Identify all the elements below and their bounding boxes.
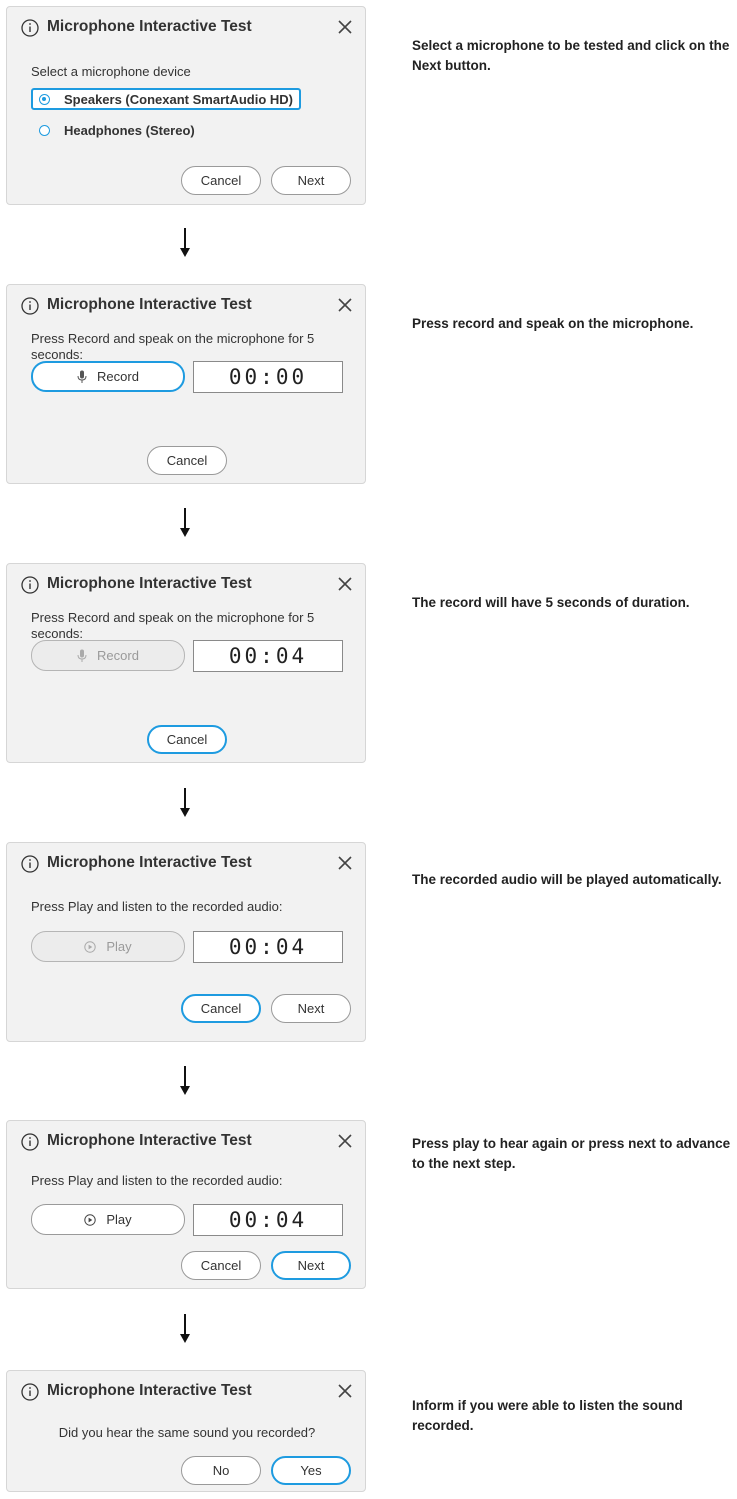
down-arrow-icon (180, 228, 190, 257)
dialog-prompt: Did you hear the same sound you recorded… (58, 1425, 316, 1440)
step-caption: The record will have 5 seconds of durati… (412, 595, 690, 610)
mic-test-dialog: Microphone Interactive Test Press Play a… (6, 842, 366, 1042)
no-button[interactable]: No (181, 1456, 261, 1485)
mic-test-dialog: Microphone Interactive Test Press Record… (6, 563, 366, 763)
cancel-button[interactable]: Cancel (147, 725, 227, 754)
info-icon (21, 855, 39, 873)
device-label: Headphones (Stereo) (64, 122, 195, 138)
play-button[interactable]: Play (31, 1204, 185, 1235)
next-button[interactable]: Next (271, 994, 351, 1023)
cancel-button[interactable]: Cancel (181, 994, 261, 1023)
cancel-button[interactable]: Cancel (181, 166, 261, 195)
close-icon[interactable] (337, 19, 353, 35)
info-icon (21, 1133, 39, 1151)
dialog-header: Microphone Interactive Test (7, 564, 365, 604)
down-arrow-icon (180, 1066, 190, 1095)
microphone-icon (77, 370, 87, 384)
dialog-prompt: Press Play and listen to the recorded au… (31, 1173, 283, 1188)
microphone-icon (77, 649, 87, 663)
timer-display: 00:04 (193, 931, 343, 963)
timer-display: 00:00 (193, 361, 343, 393)
down-arrow-icon (180, 788, 190, 817)
close-icon[interactable] (337, 1383, 353, 1399)
close-icon[interactable] (337, 576, 353, 592)
record-label: Record (97, 648, 139, 663)
close-icon[interactable] (337, 855, 353, 871)
play-circle-icon (84, 940, 97, 953)
dialog-title: Microphone Interactive Test (47, 296, 252, 313)
record-button[interactable]: Record (31, 640, 185, 671)
record-button[interactable]: Record (31, 361, 185, 392)
device-option-headphones[interactable]: Headphones (Stereo) (33, 119, 201, 141)
dialog-title: Microphone Interactive Test (47, 18, 252, 35)
play-label: Play (106, 1212, 132, 1227)
close-icon[interactable] (337, 1133, 353, 1149)
dialog-header: Microphone Interactive Test (7, 1121, 365, 1161)
down-arrow-icon (180, 1314, 190, 1343)
close-icon[interactable] (337, 297, 353, 313)
dialog-header: Microphone Interactive Test (7, 285, 365, 325)
dialog-header: Microphone Interactive Test (7, 7, 365, 47)
info-icon (21, 19, 39, 37)
dialog-prompt: Press Record and speak on the microphone… (31, 610, 315, 641)
mic-test-dialog: Microphone Interactive Test Press Play a… (6, 1120, 366, 1289)
cancel-button[interactable]: Cancel (181, 1251, 261, 1280)
device-option-speakers[interactable]: Speakers (Conexant SmartAudio HD) (31, 88, 301, 110)
next-button[interactable]: Next (271, 1251, 351, 1280)
dialog-title: Microphone Interactive Test (47, 854, 252, 871)
record-label: Record (97, 369, 139, 384)
radio-unselected-icon (39, 124, 50, 136)
step-caption: The recorded audio will be played automa… (412, 872, 722, 887)
dialog-prompt: Select a microphone device (31, 64, 191, 79)
info-icon (21, 576, 39, 594)
dialog-prompt: Press Play and listen to the recorded au… (31, 899, 283, 914)
dialog-title: Microphone Interactive Test (47, 1132, 252, 1149)
step-caption: Inform if you were able to listen the so… (412, 1398, 683, 1433)
play-circle-icon (84, 1213, 97, 1226)
down-arrow-icon (180, 508, 190, 537)
next-button[interactable]: Next (271, 166, 351, 195)
timer-display: 00:04 (193, 640, 343, 672)
mic-test-dialog: Microphone Interactive Test Did you hear… (6, 1370, 366, 1492)
dialog-header: Microphone Interactive Test (7, 1371, 365, 1411)
dialog-prompt: Press Record and speak on the microphone… (31, 331, 315, 362)
cancel-button[interactable]: Cancel (147, 446, 227, 475)
step-caption: Press record and speak on the microphone… (412, 316, 694, 331)
dialog-header: Microphone Interactive Test (7, 843, 365, 883)
info-icon (21, 1383, 39, 1401)
dialog-title: Microphone Interactive Test (47, 575, 252, 592)
timer-display: 00:04 (193, 1204, 343, 1236)
yes-button[interactable]: Yes (271, 1456, 351, 1485)
play-label: Play (106, 939, 132, 954)
radio-selected-icon (39, 93, 50, 105)
mic-test-dialog: Microphone Interactive Test Press Record… (6, 284, 366, 484)
mic-test-dialog: Microphone Interactive Test Select a mic… (6, 6, 366, 205)
step-caption: Select a microphone to be tested and cli… (412, 38, 730, 73)
play-button[interactable]: Play (31, 931, 185, 962)
dialog-title: Microphone Interactive Test (47, 1382, 252, 1399)
device-label: Speakers (Conexant SmartAudio HD) (64, 91, 293, 107)
info-icon (21, 297, 39, 315)
step-caption: Press play to hear again or press next t… (412, 1136, 731, 1171)
